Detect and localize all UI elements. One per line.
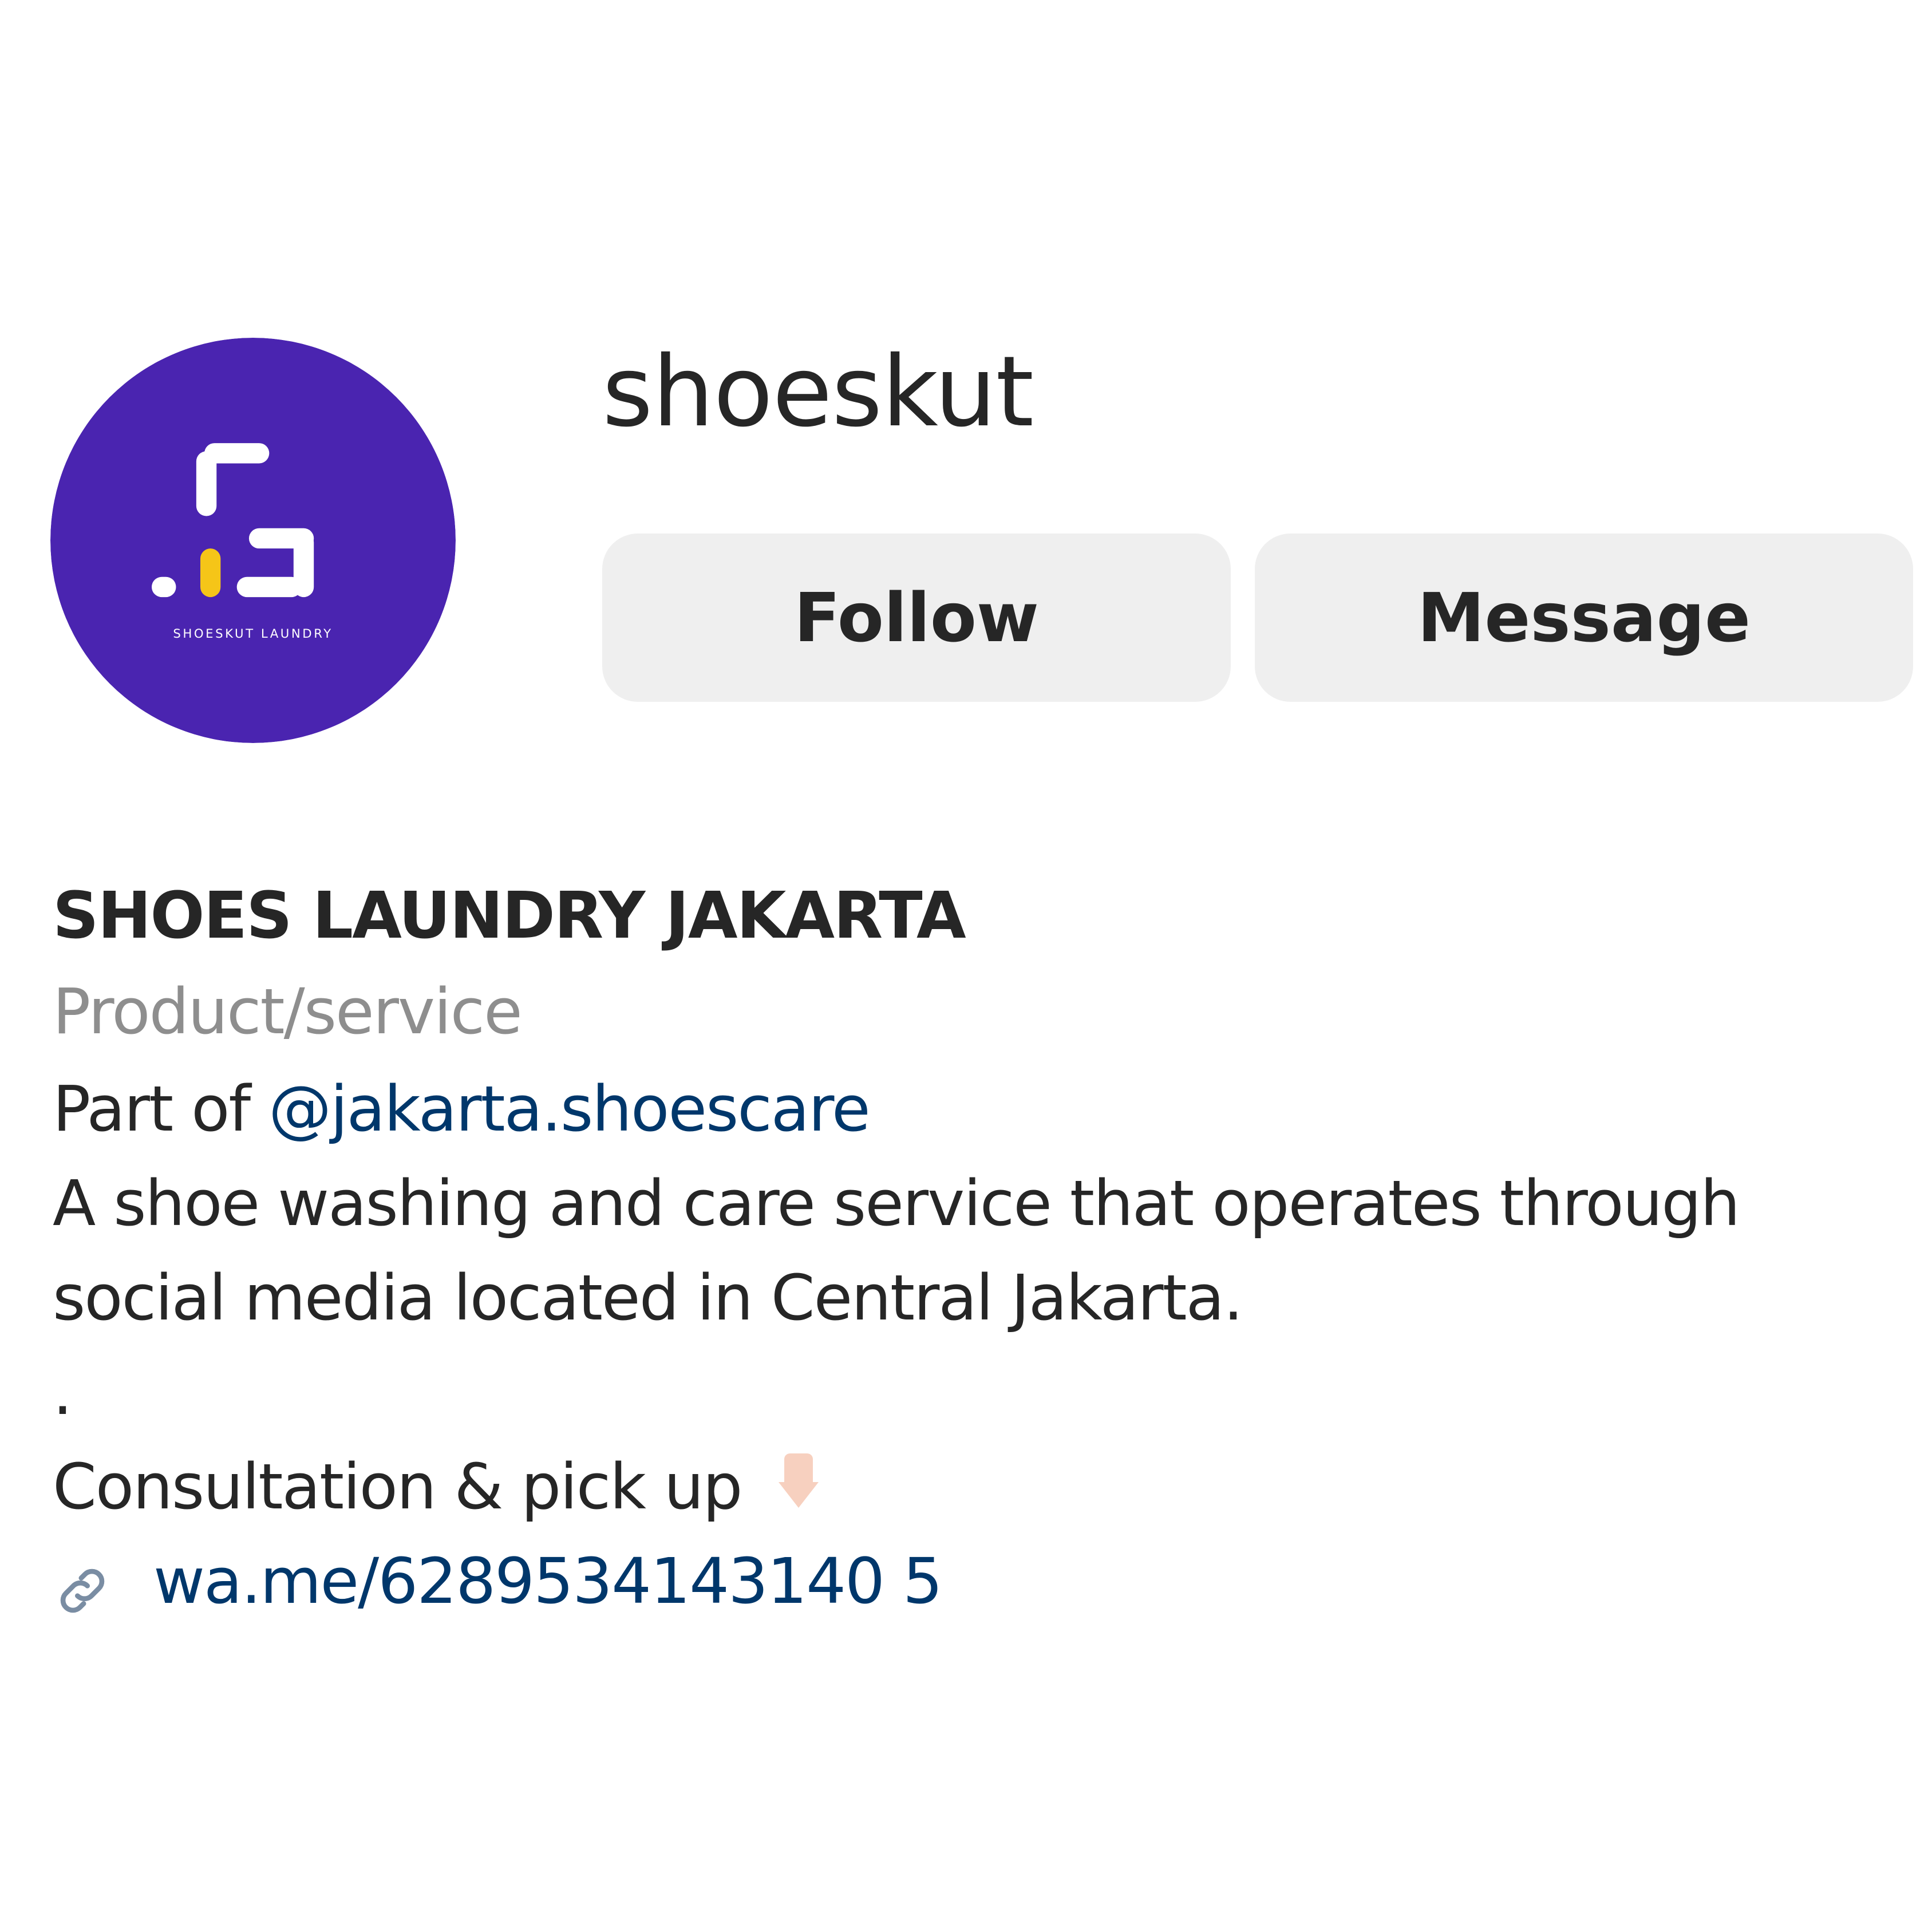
bio-separator: .: [53, 1356, 73, 1429]
part-of-prefix: Part of: [53, 1072, 269, 1145]
follow-button[interactable]: Follow: [602, 534, 1231, 702]
bio-description: A shoe washing and care service that ope…: [53, 1167, 1740, 1334]
bio-link[interactable]: wa.me/6289534143140 5: [53, 1534, 1884, 1629]
link-icon: [53, 1552, 112, 1613]
profile-category: Product/service: [53, 975, 523, 1048]
profile-username: shoeskut: [602, 335, 1034, 449]
pointing-down-hand-icon: [764, 1448, 833, 1516]
message-button[interactable]: Message: [1255, 534, 1913, 702]
cta-line: Consultation & pick up: [53, 1440, 1884, 1534]
display-name: SHOES LAUNDRY JAKARTA: [53, 879, 966, 953]
part-of-mention-link[interactable]: @jakarta.shoescare: [268, 1072, 871, 1145]
part-of-line: Part of @jakarta.shoescare: [53, 1062, 1884, 1156]
shoeskut-logo: SHOESKUT LAUNDRY: [50, 338, 456, 743]
bio-link-text[interactable]: wa.me/6289534143140 5: [153, 1534, 943, 1629]
avatar-label: SHOESKUT LAUNDRY: [173, 627, 333, 641]
avatar[interactable]: SHOESKUT LAUNDRY: [50, 338, 456, 743]
profile-bio: SHOES LAUNDRY JAKARTA Product/service Pa…: [53, 870, 1884, 1629]
cta-text: Consultation & pick up: [53, 1450, 742, 1523]
